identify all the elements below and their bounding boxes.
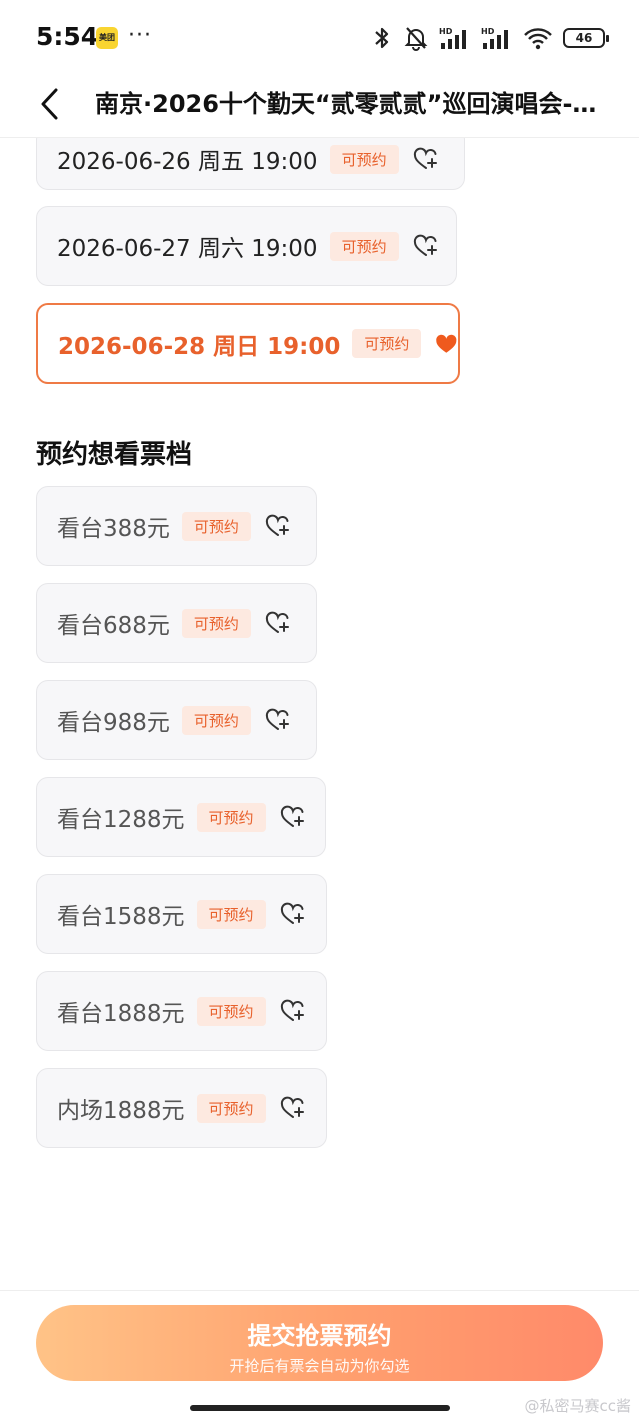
heart-plus-icon	[413, 147, 437, 169]
home-indicator[interactable]	[190, 1405, 450, 1411]
price-chip-1888[interactable]: 看台1888元 可预约	[36, 971, 327, 1051]
submit-button-label: 提交抢票预约	[247, 1322, 392, 1350]
heart-plus-icon	[413, 234, 437, 256]
battery-indicator: 46	[563, 28, 609, 48]
content-scroll[interactable]: 2026-06-26 周五 19:00 可预约 2026-06-27 周六 19…	[0, 138, 639, 1288]
available-tag: 可预约	[181, 608, 251, 638]
heart-plus-icon	[265, 514, 289, 536]
session-chip-3-selected[interactable]: 2026-06-28 周日 19:00 可预约	[36, 303, 460, 384]
bluetooth-icon	[375, 27, 389, 49]
available-tag: 可预约	[329, 231, 399, 261]
submit-reservation-button[interactable]: 提交抢票预约 开抢后有票会自动为你勾选	[36, 1305, 603, 1381]
back-button[interactable]	[30, 82, 74, 126]
price-label: 看台988元	[57, 710, 170, 736]
session-label: 2026-06-27 周六 19:00	[57, 236, 318, 262]
available-tag: 可预约	[196, 802, 266, 832]
session-chip-1[interactable]: 2026-06-26 周五 19:00 可预约	[36, 138, 465, 190]
heart-plus-icon	[265, 708, 289, 730]
status-time: 5:54	[36, 22, 99, 51]
price-label: 看台388元	[57, 516, 170, 542]
heart-plus-icon	[280, 902, 304, 924]
price-chip-1288[interactable]: 看台1288元 可预约	[36, 777, 326, 857]
bottom-bar: 提交抢票预约 开抢后有票会自动为你勾选 @私密马赛cc酱	[0, 1290, 639, 1422]
heart-plus-icon	[280, 805, 304, 827]
available-tag: 可预约	[352, 329, 422, 358]
session-chip-2[interactable]: 2026-06-27 周六 19:00 可预约	[36, 206, 457, 286]
price-chip-988[interactable]: 看台988元 可预约	[36, 680, 317, 760]
available-tag: 可预约	[196, 1093, 266, 1123]
price-label: 内场1888元	[57, 1098, 185, 1124]
svg-text:HD: HD	[439, 27, 453, 36]
available-tag: 可预约	[196, 899, 266, 929]
heart-plus-icon	[280, 999, 304, 1021]
available-tag: 可预约	[181, 511, 251, 541]
available-tag: 可预约	[329, 144, 399, 174]
price-section-title: 预约想看票档	[36, 440, 193, 470]
available-tag: 可预约	[196, 996, 266, 1026]
status-icons: HD HD 46	[371, 24, 609, 52]
mute-bell-icon	[404, 27, 428, 51]
price-label: 看台1588元	[57, 904, 185, 930]
price-chip-floor-1888[interactable]: 内场1888元 可预约	[36, 1068, 327, 1148]
wifi-icon	[524, 28, 552, 50]
chevron-left-icon	[41, 88, 58, 120]
heart-plus-icon	[280, 1096, 304, 1118]
available-tag: 可预约	[181, 705, 251, 735]
signal-hd-icon-2: HD	[481, 27, 508, 49]
watermark: @私密马赛cc酱	[524, 1397, 632, 1415]
status-more-dots: ···	[128, 23, 152, 48]
status-bar: 5:54 美团 ··· HD HD 46	[0, 0, 639, 76]
session-label: 2026-06-28 周日 19:00	[58, 333, 341, 360]
svg-text:HD: HD	[481, 27, 495, 36]
header: 南京·2026十个勤天“贰零贰贰”巡回演唱会-南京站	[0, 76, 639, 138]
price-chip-388[interactable]: 看台388元 可预约	[36, 486, 317, 566]
session-label: 2026-06-26 周五 19:00	[57, 149, 318, 175]
price-label: 看台688元	[57, 613, 170, 639]
price-chip-1588[interactable]: 看台1588元 可预约	[36, 874, 327, 954]
price-label: 看台1288元	[57, 807, 185, 833]
price-label: 看台1888元	[57, 1001, 185, 1027]
submit-button-subtitle: 开抢后有票会自动为你勾选	[229, 1357, 410, 1375]
heart-filled-icon	[436, 334, 457, 353]
app-badge: 美团	[96, 27, 118, 49]
heart-plus-icon	[265, 611, 289, 633]
signal-hd-icon: HD	[439, 27, 466, 49]
page-title: 南京·2026十个勤天“贰零贰贰”巡回演唱会-南京站	[95, 90, 615, 118]
price-chip-688[interactable]: 看台688元 可预约	[36, 583, 317, 663]
